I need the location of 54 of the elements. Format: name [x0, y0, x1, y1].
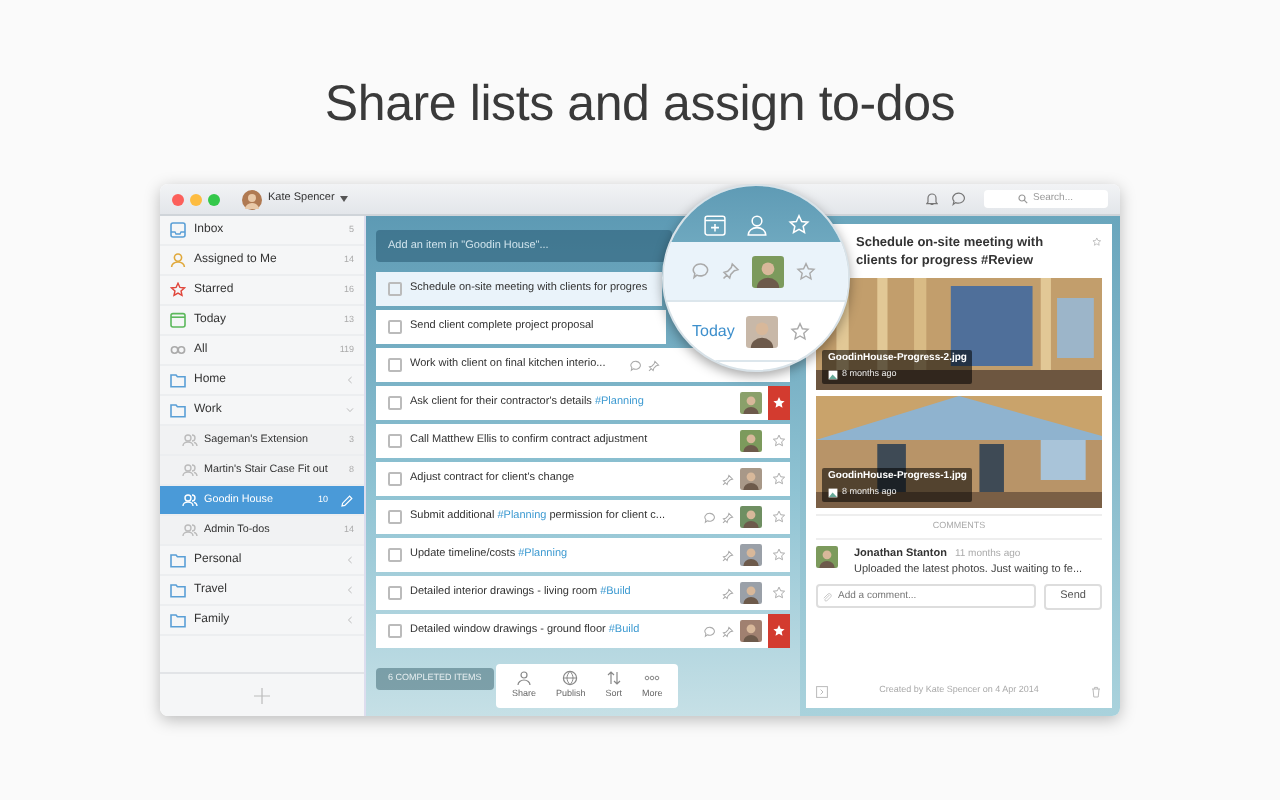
checkbox[interactable]: [388, 510, 402, 524]
checkbox[interactable]: [388, 396, 402, 410]
star-icon[interactable]: [796, 261, 816, 281]
star-icon[interactable]: [772, 624, 786, 638]
headline: Share lists and assign to-dos: [324, 76, 956, 132]
checkbox[interactable]: [388, 624, 402, 638]
checkbox[interactable]: [388, 586, 402, 600]
checkbox[interactable]: [388, 320, 402, 334]
bell-icon[interactable]: [926, 192, 938, 206]
star-icon[interactable]: [1092, 234, 1102, 250]
checkbox[interactable]: [388, 358, 402, 372]
caret-icon[interactable]: [340, 196, 349, 202]
star-icon[interactable]: [772, 434, 786, 448]
trash-icon[interactable]: [1090, 685, 1102, 698]
star-icon[interactable]: [772, 396, 786, 410]
star-icon[interactable]: [772, 510, 786, 524]
calendar-icon[interactable]: [703, 214, 725, 236]
calendar-icon: [170, 312, 186, 328]
chat-icon[interactable]: [952, 192, 966, 206]
checkbox[interactable]: [388, 282, 402, 296]
star-icon[interactable]: [790, 321, 811, 341]
avatar-icon[interactable]: [242, 189, 262, 209]
person-icon[interactable]: [745, 214, 767, 236]
people-icon: [182, 492, 198, 508]
image-icon: [828, 487, 838, 498]
avatar-icon: [746, 315, 779, 347]
people-icon: [182, 432, 198, 448]
person-icon: [170, 252, 186, 268]
collapse-icon[interactable]: [816, 685, 828, 698]
people-icon: [182, 462, 198, 478]
star-icon[interactable]: [772, 548, 786, 562]
inbox-icon: [170, 222, 186, 238]
search-icon: [1018, 194, 1029, 204]
share-icon: [516, 670, 532, 687]
minimize-button[interactable]: [190, 193, 202, 205]
maximize-button[interactable]: [208, 193, 220, 205]
plus-icon[interactable]: [254, 687, 270, 703]
star-icon[interactable]: [772, 472, 786, 486]
image-icon: [828, 369, 838, 380]
close-button[interactable]: [172, 193, 184, 205]
paperclip-icon: [822, 592, 832, 603]
infinity-icon: [170, 342, 186, 358]
checkbox[interactable]: [388, 548, 402, 562]
due-date: Today: [692, 319, 735, 343]
people-icon: [182, 522, 198, 538]
avatar-icon: [752, 255, 784, 287]
checkbox[interactable]: [388, 434, 402, 448]
sort-icon: [605, 670, 622, 687]
checkbox[interactable]: [388, 472, 402, 486]
globe-icon: [562, 670, 579, 687]
star-icon[interactable]: [772, 586, 786, 600]
pencil-icon[interactable]: [340, 493, 354, 507]
avatar-icon: [816, 545, 838, 568]
star-icon: [170, 282, 186, 298]
